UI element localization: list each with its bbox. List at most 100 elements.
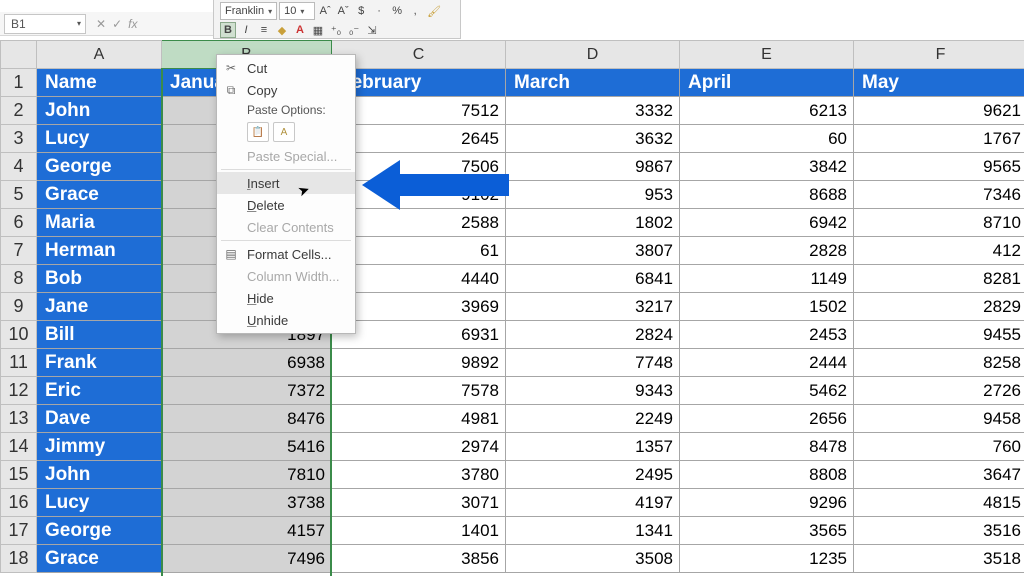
font-color-icon[interactable]: A (292, 22, 308, 38)
table-row[interactable]: 8Bob4440684111498281 (1, 265, 1024, 293)
cell-name[interactable]: Grace (37, 545, 162, 573)
cell-b[interactable]: 6938 (162, 349, 332, 377)
cell-e[interactable]: 1502 (680, 293, 854, 321)
table-row[interactable]: 7Herman6138072828412 (1, 237, 1024, 265)
fill-color-icon[interactable]: ◆ (274, 22, 290, 38)
row-header[interactable]: 3 (1, 125, 37, 153)
cell-b[interactable]: 5416 (162, 433, 332, 461)
cell-d[interactable]: 3332 (506, 97, 680, 125)
ctx-cut[interactable]: ✂ Cut (217, 57, 355, 79)
comma-icon[interactable]: , (407, 3, 423, 19)
cell-name[interactable]: Bob (37, 265, 162, 293)
table-row[interactable]: 13Dave84764981224926569458 (1, 405, 1024, 433)
cell-c[interactable]: 3071 (332, 489, 506, 517)
cell-name[interactable]: George (37, 517, 162, 545)
cell-c[interactable]: 7578 (332, 377, 506, 405)
font-name-select[interactable]: Franklin▾ (220, 2, 277, 20)
cell-f[interactable]: 760 (854, 433, 1024, 461)
cell-d[interactable]: 4197 (506, 489, 680, 517)
paste-option-default[interactable]: 📋 (247, 122, 269, 142)
cell-c[interactable]: 2645 (332, 125, 506, 153)
cell-e[interactable]: 2453 (680, 321, 854, 349)
row-header[interactable]: 17 (1, 517, 37, 545)
cell-e[interactable]: 6213 (680, 97, 854, 125)
cell-c[interactable]: 4981 (332, 405, 506, 433)
cell-name[interactable]: John (37, 97, 162, 125)
bold-button[interactable]: B (220, 22, 236, 38)
table-row[interactable]: 4George7506986738429565 (1, 153, 1024, 181)
cell-f[interactable]: 412 (854, 237, 1024, 265)
cell-f[interactable]: 1767 (854, 125, 1024, 153)
cell-name[interactable]: Lucy (37, 489, 162, 517)
currency-icon[interactable]: $ (353, 3, 369, 19)
cell-e[interactable]: 6942 (680, 209, 854, 237)
cell-f[interactable]: 9455 (854, 321, 1024, 349)
border-icon[interactable]: ▦ (310, 22, 326, 38)
cell-f[interactable]: 8710 (854, 209, 1024, 237)
header-data-row[interactable]: 1 Name January February March April May (1, 69, 1024, 97)
cell-c[interactable]: 2974 (332, 433, 506, 461)
cell-d[interactable]: 2249 (506, 405, 680, 433)
cell-c[interactable]: 9892 (332, 349, 506, 377)
decimal-dec-icon[interactable]: ₀⁻ (346, 22, 362, 38)
ctx-unhide[interactable]: Unhide (217, 309, 355, 331)
cell-f[interactable]: 2829 (854, 293, 1024, 321)
row-header[interactable]: 10 (1, 321, 37, 349)
cell-e[interactable]: 60 (680, 125, 854, 153)
col-header-d[interactable]: D (506, 41, 680, 69)
ctx-clear[interactable]: Clear Contents (217, 216, 355, 238)
context-menu[interactable]: ✂ Cut ⧉ Copy Paste Options: 📋 A Paste Sp… (216, 54, 356, 334)
ctx-column-width[interactable]: Column Width... (217, 265, 355, 287)
fx-icon[interactable]: fx (128, 17, 137, 31)
cell-d[interactable]: 3632 (506, 125, 680, 153)
cell-e1[interactable]: April (680, 69, 854, 97)
cell-name[interactable]: Dave (37, 405, 162, 433)
cell-name[interactable]: Grace (37, 181, 162, 209)
ctx-copy[interactable]: ⧉ Copy (217, 79, 355, 101)
cell-d[interactable]: 2495 (506, 461, 680, 489)
cell-c[interactable]: 1401 (332, 517, 506, 545)
cell-b[interactable]: 3738 (162, 489, 332, 517)
column-header-row[interactable]: A B C D E F (1, 41, 1024, 69)
cell-f[interactable]: 3647 (854, 461, 1024, 489)
cell-d[interactable]: 7748 (506, 349, 680, 377)
cell-f[interactable]: 8281 (854, 265, 1024, 293)
cell-f[interactable]: 2726 (854, 377, 1024, 405)
col-header-f[interactable]: F (854, 41, 1024, 69)
cell-d[interactable]: 9343 (506, 377, 680, 405)
cell-a1[interactable]: Name (37, 69, 162, 97)
row-header[interactable]: 8 (1, 265, 37, 293)
cell-e[interactable]: 2656 (680, 405, 854, 433)
cell-c[interactable]: 3780 (332, 461, 506, 489)
cell-name[interactable]: Lucy (37, 125, 162, 153)
row-header[interactable]: 14 (1, 433, 37, 461)
cell-e[interactable]: 2444 (680, 349, 854, 377)
row-header[interactable]: 1 (1, 69, 37, 97)
table-row[interactable]: 17George41571401134135653516 (1, 517, 1024, 545)
increase-font-icon[interactable]: Aˆ (317, 3, 333, 19)
cell-e[interactable]: 1149 (680, 265, 854, 293)
cell-f[interactable]: 9621 (854, 97, 1024, 125)
table-row[interactable]: 10Bill18976931282424539455 (1, 321, 1024, 349)
ctx-hide[interactable]: Hide (217, 287, 355, 309)
cell-c[interactable]: 4440 (332, 265, 506, 293)
cell-b[interactable]: 7372 (162, 377, 332, 405)
cell-d[interactable]: 9867 (506, 153, 680, 181)
cell-e[interactable]: 2828 (680, 237, 854, 265)
cell-d[interactable]: 3508 (506, 545, 680, 573)
cell-name[interactable]: Jimmy (37, 433, 162, 461)
row-header[interactable]: 13 (1, 405, 37, 433)
cell-f[interactable]: 9458 (854, 405, 1024, 433)
table-row[interactable]: 15John78103780249588083647 (1, 461, 1024, 489)
ctx-delete[interactable]: Delete (217, 194, 355, 216)
cancel-icon[interactable]: ✕ (96, 17, 106, 31)
table-row[interactable]: 14Jimmy5416297413578478760 (1, 433, 1024, 461)
row-header[interactable]: 2 (1, 97, 37, 125)
cell-d[interactable]: 3807 (506, 237, 680, 265)
col-header-c[interactable]: C (332, 41, 506, 69)
table-row[interactable]: 3Lucy 26453632601767 (1, 125, 1024, 153)
cell-f[interactable]: 8258 (854, 349, 1024, 377)
cell-d[interactable]: 1341 (506, 517, 680, 545)
cell-e[interactable]: 5462 (680, 377, 854, 405)
cell-name[interactable]: Frank (37, 349, 162, 377)
